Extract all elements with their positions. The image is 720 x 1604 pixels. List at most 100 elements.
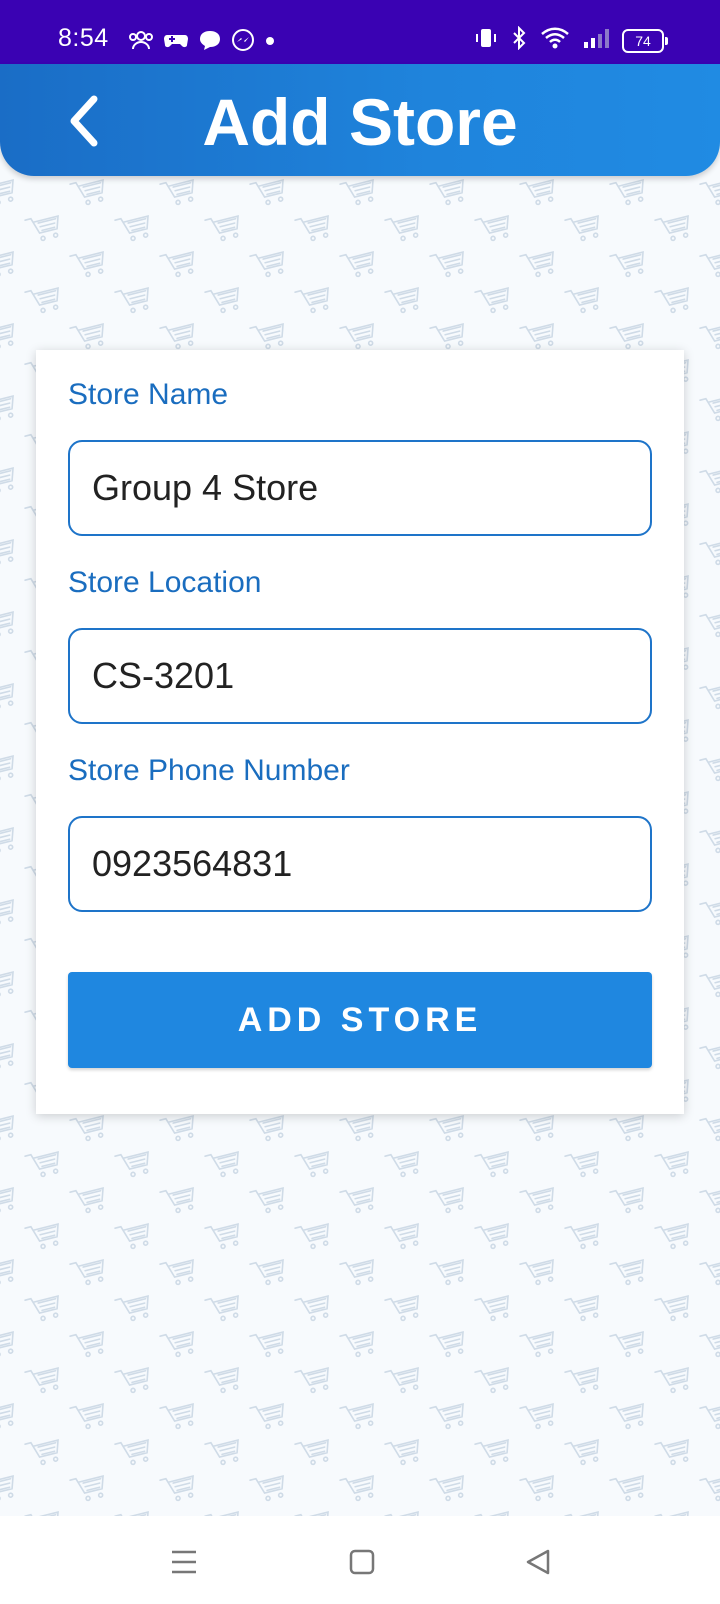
shopping-cart-icon (699, 1403, 720, 1430)
shopping-cart-icon (69, 1331, 104, 1358)
shopping-cart-icon (159, 1331, 194, 1358)
battery-indicator: 74 (622, 28, 668, 53)
recents-button[interactable] (166, 1544, 202, 1580)
shopping-cart-icon (294, 1511, 329, 1516)
shopping-cart-icon (294, 287, 329, 314)
shopping-cart-icon (699, 251, 720, 278)
shopping-cart-icon (0, 1187, 14, 1214)
shopping-cart-icon (699, 1331, 720, 1358)
shopping-cart-icon (0, 755, 14, 782)
shopping-cart-icon (0, 1259, 14, 1286)
shopping-cart-icon (429, 1115, 464, 1142)
page-title: Add Store (202, 85, 518, 159)
shopping-cart-icon (339, 1403, 374, 1430)
shopping-cart-icon (429, 1259, 464, 1286)
store-name-label: Store Name (68, 378, 229, 411)
shopping-cart-icon (114, 215, 149, 242)
shopping-cart-icon (699, 467, 720, 494)
shopping-cart-icon (339, 1115, 374, 1142)
home-button[interactable] (344, 1544, 380, 1580)
game-controller-icon (163, 29, 189, 56)
shopping-cart-icon (519, 1115, 554, 1142)
system-icons: 74 (474, 25, 668, 55)
shopping-cart-icon (0, 179, 14, 206)
shopping-cart-icon (474, 1295, 509, 1322)
shopping-cart-icon (339, 1187, 374, 1214)
shopping-cart-icon (609, 1259, 644, 1286)
shopping-cart-icon (474, 1511, 509, 1516)
shopping-cart-icon (0, 611, 14, 638)
shopping-cart-icon (204, 215, 239, 242)
cell-signal-icon (582, 27, 610, 54)
shopping-cart-icon (699, 323, 720, 350)
shopping-cart-icon (114, 1511, 149, 1516)
shopping-cart-icon (519, 1187, 554, 1214)
shopping-cart-icon (159, 1259, 194, 1286)
shopping-cart-icon (699, 971, 720, 998)
shopping-cart-icon (564, 1295, 599, 1322)
shopping-cart-icon (339, 1475, 374, 1502)
shopping-cart-icon (609, 1331, 644, 1358)
shopping-cart-icon (474, 1439, 509, 1466)
shopping-cart-icon (114, 1223, 149, 1250)
messenger-icon (231, 28, 255, 57)
shopping-cart-icon (429, 323, 464, 350)
shopping-cart-icon (474, 215, 509, 242)
shopping-cart-icon (474, 1223, 509, 1250)
shopping-cart-icon (24, 1511, 59, 1516)
shopping-cart-icon (699, 683, 720, 710)
shopping-cart-icon (0, 899, 14, 926)
shopping-cart-icon (519, 1475, 554, 1502)
shopping-cart-icon (699, 539, 720, 566)
shopping-cart-icon (204, 1439, 239, 1466)
shopping-cart-icon (564, 1223, 599, 1250)
bluetooth-icon (510, 25, 528, 55)
shopping-cart-icon (0, 251, 14, 278)
shopping-cart-icon (654, 1511, 689, 1516)
shopping-cart-icon (699, 827, 720, 854)
shopping-cart-icon (0, 539, 14, 566)
shopping-cart-icon (384, 287, 419, 314)
shopping-cart-icon (294, 215, 329, 242)
shopping-cart-icon (69, 1475, 104, 1502)
shopping-cart-icon (474, 287, 509, 314)
shopping-cart-icon (294, 1223, 329, 1250)
vibrate-icon (474, 26, 498, 55)
shopping-cart-icon (384, 1367, 419, 1394)
back-nav-button[interactable] (520, 1544, 556, 1580)
shopping-cart-icon (159, 1403, 194, 1430)
shopping-cart-icon (519, 1331, 554, 1358)
shopping-cart-icon (564, 1151, 599, 1178)
shopping-cart-icon (294, 1151, 329, 1178)
shopping-cart-icon (699, 899, 720, 926)
shopping-cart-icon (519, 1403, 554, 1430)
shopping-cart-icon (24, 215, 59, 242)
shopping-cart-icon (384, 215, 419, 242)
shopping-cart-icon (564, 287, 599, 314)
shopping-cart-icon (69, 251, 104, 278)
store-phone-input[interactable] (68, 816, 652, 912)
shopping-cart-icon (249, 1115, 284, 1142)
shopping-cart-icon (654, 1367, 689, 1394)
shopping-cart-icon (249, 323, 284, 350)
shopping-cart-icon (699, 1475, 720, 1502)
notification-icons (128, 28, 276, 57)
store-location-input[interactable] (68, 628, 652, 724)
menu-icon (172, 1550, 196, 1574)
shopping-cart-icon (0, 1115, 14, 1142)
shopping-cart-icon (159, 1475, 194, 1502)
shopping-cart-icon (384, 1223, 419, 1250)
shopping-cart-icon (69, 179, 104, 206)
shopping-cart-icon (429, 1475, 464, 1502)
dot-icon (264, 34, 276, 52)
shopping-cart-icon (24, 1295, 59, 1322)
shopping-cart-icon (24, 1439, 59, 1466)
shopping-cart-icon (69, 1403, 104, 1430)
shopping-cart-icon (204, 287, 239, 314)
shopping-cart-icon (0, 395, 14, 422)
add-store-button[interactable]: ADD STORE (68, 972, 652, 1068)
shopping-cart-icon (114, 287, 149, 314)
shopping-cart-icon (0, 467, 14, 494)
shopping-cart-icon (564, 1511, 599, 1516)
store-name-input[interactable] (68, 440, 652, 536)
